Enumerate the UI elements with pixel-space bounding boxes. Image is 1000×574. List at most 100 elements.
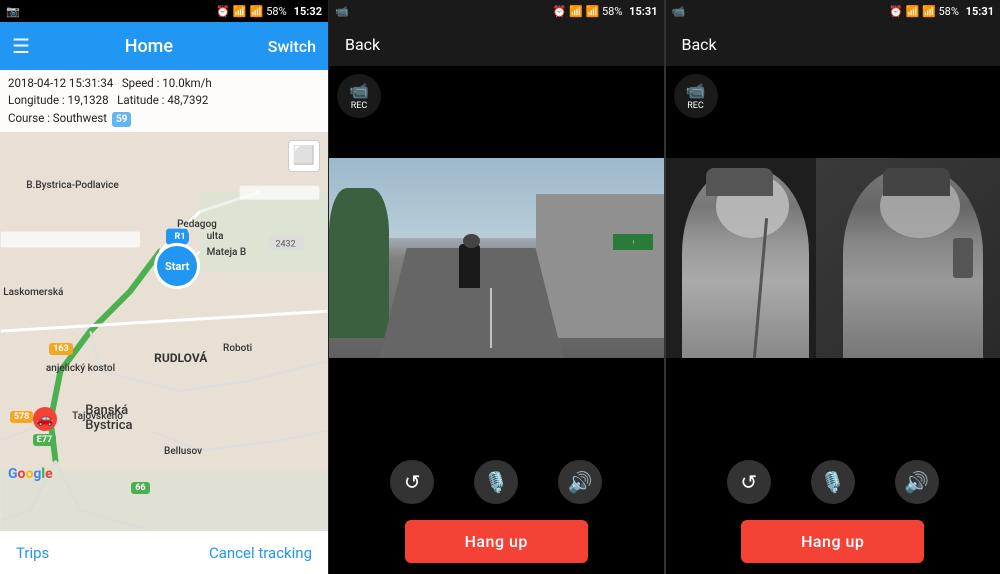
volume-button-2[interactable]: 🔊 <box>895 460 939 504</box>
sign-text: ↑ <box>632 239 635 246</box>
system-icons-p3: ⏰ 📶 📶 58% 15:31 <box>889 5 994 18</box>
phone-object <box>953 238 973 278</box>
mute-video-icon-1: 🎙️ <box>484 470 509 494</box>
back-button-1[interactable]: Back <box>345 35 380 54</box>
figure-head <box>463 234 480 248</box>
google-logo: Google <box>8 466 53 482</box>
latitude-label: Latitude : 48,7392 <box>117 93 208 107</box>
road-marking <box>490 288 492 348</box>
black-top-1 <box>329 66 664 158</box>
map-overlay-button[interactable]: ⬜ <box>288 140 320 172</box>
tree-left <box>329 188 389 338</box>
volume-button-1[interactable]: 🔊 <box>558 460 602 504</box>
label-kostol: anjelický kostol <box>46 363 115 374</box>
headrest-left <box>706 168 773 196</box>
road-badge-e77: E77 <box>33 434 56 446</box>
road-badge-578: 578 <box>10 411 34 423</box>
alarm-icon-p3: ⏰ <box>889 5 903 18</box>
rec-button-2[interactable]: 📹 REC <box>674 74 718 118</box>
map-panel: 📷 ⏰ 📶 📶 58% 15:32 ☰ Home Switch 2018-04-… <box>0 0 328 574</box>
video-header-1: Back <box>329 22 664 66</box>
rotate-icon-2: ↺ <box>740 470 757 494</box>
camera-status-icon: 📷 <box>6 5 20 18</box>
video-panel-front: 📹 ⏰ 📶 📶 58% 15:31 Back 📹 REC <box>328 0 664 574</box>
interior-cam-feed <box>666 158 1000 358</box>
hang-up-bar-1: Hang up <box>329 514 664 574</box>
figure <box>459 244 479 288</box>
volume-icon-1: 🔊 <box>568 470 593 494</box>
headrest-right <box>883 168 950 196</box>
mute-video-button-1[interactable]: 🎙️ <box>474 460 518 504</box>
label-roboti: Roboti <box>223 343 252 354</box>
road-badge-163: 163 <box>49 343 73 355</box>
rotate-icon-1: ↺ <box>404 470 421 494</box>
rec-icon-1: 📹 <box>349 81 369 100</box>
car-icon: 🚗 <box>33 407 57 431</box>
volume-icon-2: 🔊 <box>904 470 929 494</box>
info-bar: 2018-04-12 15:31:34 Speed : 10.0km/h Lon… <box>0 70 328 132</box>
label-pedagog: Pedagog <box>177 219 217 230</box>
cancel-tracking-button[interactable]: Cancel tracking <box>209 544 312 562</box>
video-content-1: 📹 REC ↑ <box>329 66 664 450</box>
signal-icon-p3: 📶 <box>922 5 936 18</box>
speed-label: Speed : 10.0km/h <box>122 76 212 90</box>
map-background: 2432 B.Bystrica-Podlavice Pedagog ulta M… <box>0 132 328 530</box>
dashcam-scene-1: ↑ <box>329 158 664 358</box>
back-button-2[interactable]: Back <box>682 35 717 54</box>
switch-button[interactable]: Switch <box>268 37 316 56</box>
rotate-button-2[interactable]: ↺ <box>727 460 771 504</box>
black-bottom-1 <box>329 358 664 450</box>
video-controls-1: ↺ 🎙️ 🔊 <box>329 450 664 514</box>
road-sign: ↑ <box>613 234 653 250</box>
battery-pct: 58% <box>266 5 286 18</box>
longitude-label: Longitude : 19,1328 <box>8 93 109 107</box>
battery-p3: 58% <box>939 5 959 18</box>
label-mateja: Mateja B <box>207 247 247 258</box>
status-bar-map: 📷 ⏰ 📶 📶 58% 15:32 <box>0 0 328 22</box>
cam-icon-p3: 📹 <box>672 5 686 18</box>
label-laskomerska: Laskomerská <box>3 287 63 298</box>
status-bar-video1: 📹 ⏰ 📶 📶 58% 15:31 <box>329 0 664 22</box>
cam-icon-p2: 📹 <box>335 5 349 18</box>
signal-icon: 📶 <box>250 5 264 18</box>
hang-up-button-1[interactable]: Hang up <box>405 520 588 563</box>
mute-video-icon-2: 🎙️ <box>820 470 845 494</box>
black-bottom-2 <box>666 358 1000 450</box>
time-p2: 15:31 <box>629 5 657 18</box>
dashcam-feed-1: ↑ <box>329 158 664 358</box>
wifi-icon-p2: 📶 <box>569 5 583 18</box>
app-title: Home <box>125 36 173 57</box>
course-label: Course : Southwest <box>8 111 107 125</box>
label-tajovske: Tajovského <box>72 411 123 422</box>
system-icons: ⏰ 📶 📶 58% 15:32 <box>216 5 322 18</box>
alarm-icon-p2: ⏰ <box>553 5 567 18</box>
wifi-icon-p3: 📶 <box>906 5 920 18</box>
rec-label-2: REC <box>687 101 704 111</box>
rec-icon-2: 📹 <box>686 81 706 100</box>
hang-up-button-2[interactable]: Hang up <box>741 520 924 563</box>
app-header: ☰ Home Switch <box>0 22 328 70</box>
video-header-2: Back <box>666 22 1000 66</box>
rotate-button-1[interactable]: ↺ <box>390 460 434 504</box>
map-footer: Trips Cancel tracking <box>0 530 328 574</box>
svg-text:2432: 2432 <box>276 239 296 249</box>
speed-badge: 59 <box>112 112 131 127</box>
trips-button[interactable]: Trips <box>16 544 49 562</box>
video-controls-2: ↺ 🎙️ 🔊 <box>666 450 1000 514</box>
interior-scene <box>666 158 1000 358</box>
system-icons-p2: ⏰ 📶 📶 58% 15:31 <box>553 5 658 18</box>
menu-icon[interactable]: ☰ <box>12 34 30 58</box>
video-panel-interior: 📹 ⏰ 📶 📶 58% 15:31 Back 📹 REC <box>664 0 1000 574</box>
label-rudlova: RUDLOVÁ <box>154 351 207 365</box>
rec-button-1[interactable]: 📹 REC <box>337 74 381 118</box>
battery-p2: 58% <box>602 5 622 18</box>
map-area[interactable]: 2432 B.Bystrica-Podlavice Pedagog ulta M… <box>0 132 328 530</box>
hang-up-bar-2: Hang up <box>666 514 1000 574</box>
info-row-2: Longitude : 19,1328 Latitude : 48,7392 <box>8 92 320 109</box>
info-row-1: 2018-04-12 15:31:34 Speed : 10.0km/h <box>8 75 320 92</box>
alarm-icon: ⏰ <box>216 5 230 18</box>
wifi-icon: 📶 <box>233 5 247 18</box>
wall-right <box>536 194 663 338</box>
label-ulta: ulta <box>207 231 224 242</box>
mute-video-button-2[interactable]: 🎙️ <box>811 460 855 504</box>
